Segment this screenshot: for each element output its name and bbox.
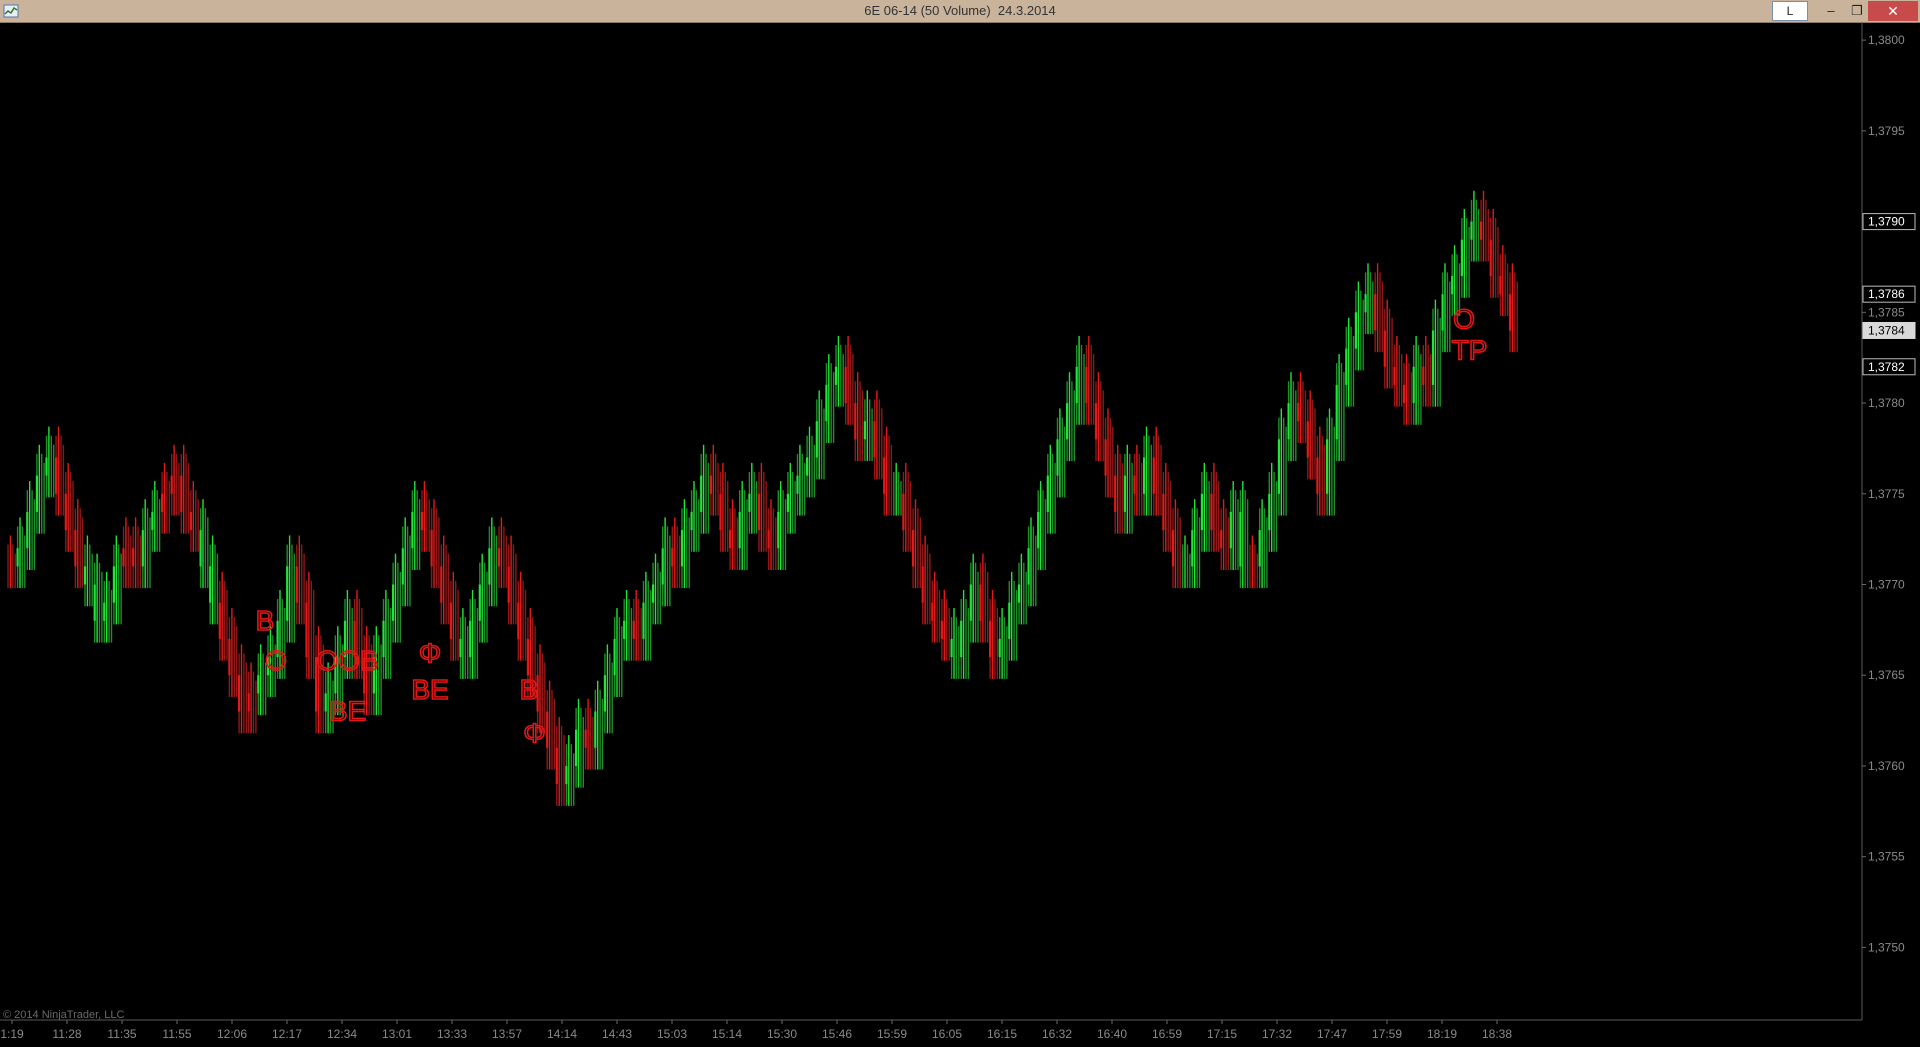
price-marker-label: 1,3786 — [1868, 287, 1905, 301]
annotation-text: OOB — [316, 645, 378, 676]
time-tick-label: 16:15 — [987, 1027, 1017, 1041]
time-tick-label: 1:19 — [0, 1027, 24, 1041]
time-tick-label: 16:32 — [1042, 1027, 1072, 1041]
time-axis: 1:19 11:28 11:35 11:55 12:06 12:17 12:34 13:01 1… — [0, 1020, 1512, 1041]
time-tick-label: 15:59 — [877, 1027, 907, 1041]
time-tick-label: 16:59 — [1152, 1027, 1182, 1041]
time-tick-label: 17:59 — [1372, 1027, 1402, 1041]
annotation-text: BE — [411, 674, 448, 705]
annotation-text: BE — [329, 696, 366, 727]
time-tick-label: 13:57 — [492, 1027, 522, 1041]
price-tick-label: 1,3780 — [1868, 396, 1905, 410]
time-tick-label: 14:14 — [547, 1027, 577, 1041]
price-tick-label: 1,3795 — [1868, 124, 1905, 138]
price-marker-label: 1,3784 — [1868, 323, 1905, 337]
price-chart[interactable]: BOOOBBEΦBEBΦOTP 1,38001,37951,37901,3785… — [0, 0, 1920, 1047]
time-tick-label: 17:15 — [1207, 1027, 1237, 1041]
time-tick-label: 18:19 — [1427, 1027, 1457, 1041]
time-tick-label: 14:43 — [602, 1027, 632, 1041]
time-tick-label: 16:40 — [1097, 1027, 1127, 1041]
price-tick-label: 1,3785 — [1868, 305, 1905, 319]
annotation-text: O — [265, 645, 287, 676]
time-tick-label: 16:05 — [932, 1027, 962, 1041]
time-tick-label: 15:30 — [767, 1027, 797, 1041]
time-tick-label: 15:46 — [822, 1027, 852, 1041]
time-tick-label: 12:06 — [217, 1027, 247, 1041]
price-tick-label: 1,3770 — [1868, 578, 1905, 592]
time-tick-label: 17:47 — [1317, 1027, 1347, 1041]
price-tick-label: 1,3775 — [1868, 487, 1905, 501]
annotation-text: Φ — [419, 638, 441, 669]
price-tick-label: 1,3755 — [1868, 850, 1905, 864]
annotation-text: B — [520, 674, 539, 705]
copyright-text: © 2014 NinjaTrader, LLC — [3, 1009, 124, 1021]
time-tick-label: 12:34 — [327, 1027, 357, 1041]
time-tick-label: 15:03 — [657, 1027, 687, 1041]
time-tick-label: 11:28 — [52, 1027, 81, 1041]
price-tick-label: 1,3765 — [1868, 668, 1905, 682]
time-tick-label: 13:33 — [437, 1027, 467, 1041]
time-tick-label: 11:55 — [162, 1027, 191, 1041]
annotation-text: TP — [1452, 335, 1488, 366]
time-tick-label: 12:17 — [272, 1027, 302, 1041]
price-tick-label: 1,3760 — [1868, 759, 1905, 773]
price-tick-label: 1,3750 — [1868, 940, 1905, 954]
time-tick-label: 13:01 — [382, 1027, 412, 1041]
bars-layer — [7, 190, 1518, 806]
annotations-layer: BO OOBBEΦBE BΦOTP — [255, 303, 1488, 749]
price-axis: 1,3800 1,3795 1,3790 1,3785 1,3780 1,3775 1,37… — [1862, 33, 1916, 954]
price-marker-label: 1,3790 — [1868, 215, 1905, 229]
price-marker-label: 1,3782 — [1868, 360, 1905, 374]
annotation-text: O — [1453, 304, 1475, 335]
time-tick-label: 15:14 — [712, 1027, 742, 1041]
price-tick-label: 1,3800 — [1868, 33, 1905, 47]
time-tick-label: 11:35 — [107, 1027, 136, 1041]
time-tick-label: 18:38 — [1482, 1027, 1512, 1041]
time-tick-label: 17:32 — [1262, 1027, 1292, 1041]
annotation-text: Φ — [523, 717, 545, 748]
annotation-text: B — [256, 605, 275, 636]
